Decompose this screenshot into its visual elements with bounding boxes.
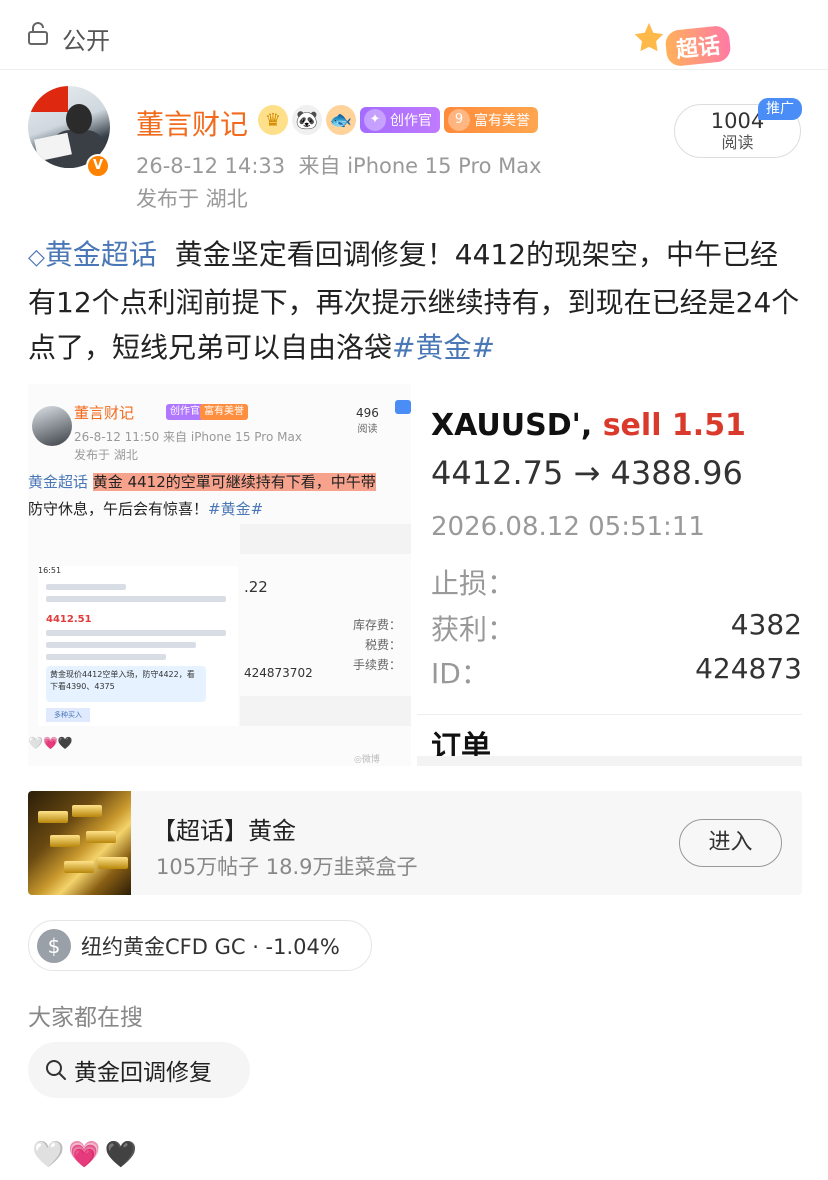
phone-price: 4412.51 bbox=[46, 614, 92, 625]
embedded-creator-badge: 创作官 bbox=[166, 404, 204, 420]
order-price-move: 4412.75 → 4388.96 bbox=[431, 454, 743, 492]
take-profit-label: 获利： bbox=[431, 613, 516, 646]
phone-note: 黄金现价4412空单入场，防守4422，看下看4390、4375 bbox=[46, 666, 206, 702]
enter-button[interactable]: 进入 bbox=[679, 819, 782, 867]
order-id-label: ID： bbox=[431, 657, 489, 690]
embedded-panel bbox=[240, 524, 411, 554]
embedded-post-text: 黄金超话 黄金 4412的空單可継续持有下看，中午带 防守休息，午后会有惊喜！#… bbox=[28, 473, 376, 518]
stock-quote-chip[interactable]: $ 纽约黄金CFD GC · -1.04% bbox=[28, 920, 372, 971]
gold-bars-thumbnail bbox=[28, 791, 131, 895]
author-badges: ♛ 🐼 🐟 ✦ 创作官 9 富有美誉 bbox=[258, 104, 538, 136]
embedded-hearts: 🤍💗🖤 bbox=[28, 736, 73, 750]
super-topic-link[interactable]: ◇黄金超话 bbox=[28, 238, 157, 271]
super-topic-label: 超话 bbox=[664, 24, 732, 68]
watermark: ◎微博 bbox=[354, 755, 380, 765]
reputation-icon: 9 bbox=[448, 109, 470, 131]
embedded-author-name: 董言财记 bbox=[74, 404, 135, 422]
embedded-phone-screenshot: 16:51 4412.51 黄金现价4412空单入场，防守4422，看下看439… bbox=[38, 566, 238, 726]
promo-tag: 推广 bbox=[758, 98, 802, 120]
fish-icon[interactable]: 🐟 bbox=[326, 105, 356, 135]
post-meta: 26-8-12 14:33 来自 iPhone 15 Pro Max bbox=[136, 150, 542, 180]
search-suggestion[interactable]: 黄金回调修复 bbox=[28, 1042, 250, 1098]
diamond-icon: ◇ bbox=[28, 245, 45, 270]
search-icon bbox=[46, 1060, 66, 1080]
embedded-reputation-badge: 富有美誉 bbox=[200, 404, 248, 420]
star-icon bbox=[634, 22, 664, 52]
reputation-label: 富有美誉 bbox=[474, 113, 530, 129]
take-profit-value: 4382 bbox=[730, 608, 802, 641]
embedded-panel bbox=[240, 696, 411, 726]
read-label: 阅读 bbox=[721, 133, 754, 152]
search-suggestion-text: 黄金回调修复 bbox=[74, 1060, 212, 1086]
avatar bbox=[32, 406, 72, 446]
post-image-2[interactable]: XAUUSD', sell 1.51 4412.75 → 4388.96 202… bbox=[417, 384, 802, 766]
lock-open-icon bbox=[28, 22, 48, 45]
creator-badge[interactable]: ✦ 创作官 bbox=[360, 107, 440, 133]
embedded-read-count: 496 阅读 bbox=[356, 406, 379, 435]
embedded-timestamp: 26-8-12 11:50 来自 iPhone 15 Pro Max bbox=[74, 430, 302, 444]
post-timestamp: 26-8-12 14:33 bbox=[136, 154, 286, 178]
post-location: 发布于 湖北 bbox=[136, 187, 248, 211]
post-image-1[interactable]: 董言财记 创作官 富有美誉 496 阅读 26-8-12 11:50 来自 iPh… bbox=[28, 384, 411, 766]
embedded-promo-tag bbox=[395, 400, 411, 414]
hearts-emoji: 🤍💗🖤 bbox=[32, 1140, 142, 1170]
divider bbox=[417, 756, 802, 766]
divider bbox=[417, 714, 802, 715]
search-heading: 大家都在搜 bbox=[28, 1005, 143, 1031]
dollar-icon: $ bbox=[37, 928, 71, 963]
post-body: ◇黄金超话 黄金坚定看回调修复！4412的现架空，中午已经有12个点利润前提下，… bbox=[28, 232, 800, 370]
crown-icon[interactable]: ♛ bbox=[258, 105, 288, 135]
embedded-location: 发布于 湖北 bbox=[74, 448, 138, 462]
phone-time: 16:51 bbox=[38, 566, 62, 575]
post-source: 来自 iPhone 15 Pro Max bbox=[298, 154, 542, 178]
order-time: 2026.08.12 05:51:11 bbox=[431, 512, 705, 542]
topic-title: 【超话】黄金 bbox=[152, 817, 296, 845]
reputation-badge[interactable]: 9 富有美誉 bbox=[444, 107, 538, 133]
super-topic-badge[interactable]: 超话 bbox=[632, 20, 752, 68]
stop-loss-label: 止损： bbox=[431, 567, 516, 600]
super-topic-card[interactable]: 【超话】黄金 105万帖子 18.9万韭菜盒子 进入 bbox=[28, 791, 802, 895]
order-symbol: XAUUSD', sell 1.51 bbox=[431, 408, 746, 443]
creator-label: 创作官 bbox=[390, 113, 432, 129]
hashtag-link[interactable]: #黄金# bbox=[392, 331, 495, 364]
panda-icon[interactable]: 🐼 bbox=[292, 105, 322, 135]
author-name[interactable]: 董言财记 bbox=[136, 103, 248, 143]
topic-stats: 105万帖子 18.9万韭菜盒子 bbox=[156, 855, 418, 879]
top-bar: 公开 超话 bbox=[0, 0, 828, 70]
stock-quote-label: 纽约黄金CFD GC · -1.04% bbox=[81, 934, 340, 959]
creator-icon: ✦ bbox=[364, 109, 386, 131]
order-id-value: 424873 bbox=[695, 652, 802, 685]
visibility-label[interactable]: 公开 bbox=[62, 21, 110, 56]
phone-button: 多种买入 bbox=[46, 708, 90, 722]
verified-icon: V bbox=[86, 154, 110, 178]
